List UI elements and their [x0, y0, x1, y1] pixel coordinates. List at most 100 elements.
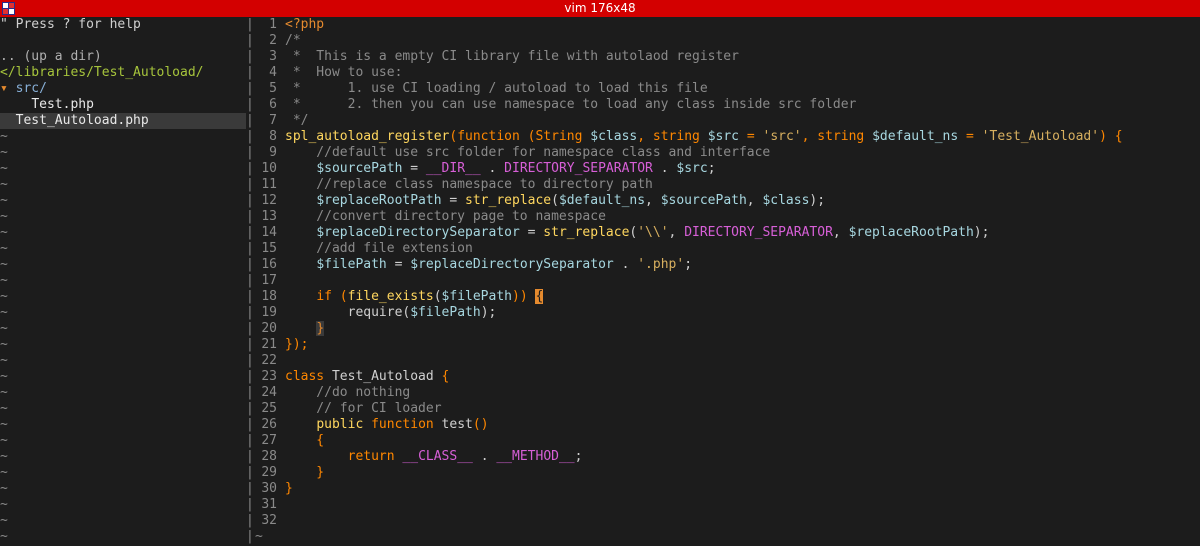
- line-number: 32: [261, 513, 277, 528]
- code-token: ,: [668, 225, 685, 240]
- code-token: $replaceDirectorySeparator: [316, 225, 520, 240]
- empty-line-marker: ~: [0, 305, 8, 320]
- code-line[interactable]: 27 {: [255, 433, 324, 449]
- code-token: ,: [637, 129, 653, 144]
- line-number: 9: [269, 145, 277, 160]
- separator-char: |: [246, 289, 254, 304]
- line-number: 25: [261, 401, 277, 416]
- nerdtree-file-explorer[interactable]: " Press ? for help .. (up a dir) </libra…: [0, 17, 246, 546]
- code-token: (): [472, 417, 489, 432]
- code-editor[interactable]: 1 <?php 2/* 3 * This is a empty CI library …: [255, 17, 1200, 546]
- tree-current-dir[interactable]: </libraries/Test_Autoload/: [0, 65, 204, 81]
- separator-char: |: [246, 97, 254, 112]
- code-line[interactable]: 24 //do nothing: [255, 385, 410, 401]
- code-line[interactable]: 12 $replaceRootPath = str_replace($defau…: [255, 193, 825, 209]
- code-line[interactable]: 21});: [255, 337, 308, 353]
- code-token: (: [519, 129, 536, 144]
- code-line[interactable]: 5 * 1. use CI loading / autoload to load…: [255, 81, 708, 97]
- separator-char: |: [246, 433, 254, 448]
- code-line[interactable]: 13 //convert directory page to namespace: [255, 209, 606, 225]
- code-line[interactable]: 28 return __CLASS__ . __METHOD__;: [255, 449, 582, 465]
- line-number: 30: [261, 481, 277, 496]
- tree-up-dir[interactable]: .. (up a dir): [0, 49, 102, 65]
- code-token: $filePath: [316, 257, 387, 272]
- line-number: 12: [261, 193, 277, 208]
- line-number: 10: [261, 161, 277, 176]
- separator-char: |: [246, 369, 254, 384]
- code-token: str_replace: [543, 225, 630, 240]
- code-line[interactable]: 9 //default use src folder for namespace…: [255, 145, 770, 161]
- separator-char: |: [246, 417, 254, 432]
- tree-file-test-php[interactable]: Test.php: [0, 97, 94, 113]
- code-token: return: [347, 449, 395, 464]
- code-line[interactable]: 6 * 2. then you can use namespace to loa…: [255, 97, 856, 113]
- code-line[interactable]: 32: [255, 513, 285, 529]
- separator-char: |: [246, 113, 254, 128]
- code-line[interactable]: 19 require($filePath);: [255, 305, 496, 321]
- code-line[interactable]: 31: [255, 497, 285, 513]
- code-token: function: [457, 129, 520, 144]
- separator-char: |: [246, 449, 254, 464]
- code-line[interactable]: 11 //replace class namespace to director…: [255, 177, 653, 193]
- empty-line-marker: ~: [0, 337, 8, 352]
- code-line[interactable]: 1 <?php: [255, 17, 324, 33]
- line-number: 20: [261, 321, 277, 336]
- code-token: }: [285, 465, 325, 480]
- code-token: * 1. use CI loading / autoload to load t…: [285, 81, 708, 96]
- code-token: //do nothing: [285, 385, 411, 400]
- code-token: $replaceDirectorySeparator: [410, 257, 614, 272]
- code-token: //replace class namespace to directory p…: [285, 177, 653, 192]
- code-line[interactable]: 3 * This is a empty CI library file with…: [255, 49, 739, 65]
- code-token: (: [433, 289, 442, 304]
- line-number: 18: [261, 289, 277, 304]
- code-line[interactable]: 2 /*: [255, 33, 300, 49]
- window-titlebar[interactable]: vim 176x48: [0, 0, 1200, 17]
- separator-char: |: [246, 337, 254, 352]
- code-token: class: [285, 369, 325, 384]
- code-line[interactable]: 16 $filePath = $replaceDirectorySeparato…: [255, 257, 692, 273]
- window-title: vim 176x48: [564, 1, 636, 15]
- code-line[interactable]: 29 }: [255, 465, 324, 481]
- separator-char: |: [246, 145, 254, 160]
- separator-char: |: [246, 49, 254, 64]
- line-number: 15: [261, 241, 277, 256]
- code-line[interactable]: 26 public function test(): [255, 417, 489, 433]
- line-number: 31: [261, 497, 277, 512]
- empty-line-marker: ~: [0, 385, 8, 400]
- vertical-split-separator[interactable]: | | | | | | | | | | | | | | | | | | | | | | | | | | | | | | | | |: [246, 17, 255, 546]
- code-token: //default use src folder for namespace c…: [285, 145, 771, 160]
- code-line[interactable]: 20 }: [255, 321, 325, 337]
- empty-line-marker: ~: [0, 513, 8, 528]
- line-number: 22: [261, 353, 277, 368]
- code-line[interactable]: 18 if (file_exists($filePath)) {: [255, 289, 544, 305]
- code-token: str_replace: [465, 193, 552, 208]
- code-line[interactable]: 4 * How to use:: [255, 65, 402, 81]
- code-line[interactable]: 7 */: [255, 113, 308, 129]
- code-line[interactable]: 25 // for CI loader: [255, 401, 441, 417]
- code-token: DIRECTORY_SEPARATOR: [684, 225, 833, 240]
- code-line[interactable]: 30}: [255, 481, 292, 497]
- code-token: * This is a empty CI library file with a…: [285, 49, 739, 64]
- code-token: Test_Autoload: [324, 369, 442, 384]
- code-line[interactable]: 17: [255, 273, 285, 289]
- code-token: string: [652, 129, 700, 144]
- code-token: ;: [684, 257, 693, 272]
- code-line[interactable]: 15 //add file extension: [255, 241, 473, 257]
- code-line[interactable]: 8 spl_autoload_register(function (String …: [255, 129, 1122, 145]
- line-number: 3: [269, 49, 277, 64]
- code-token: $src: [676, 161, 708, 176]
- code-line[interactable]: 10 $sourcePath = __DIR__ . DIRECTORY_SEP…: [255, 161, 715, 177]
- code-line[interactable]: 23 class Test_Autoload {: [255, 369, 449, 385]
- tree-file-selected[interactable]: Test_Autoload.php: [0, 113, 246, 129]
- code-token: //add file extension: [285, 241, 473, 256]
- code-token: );: [480, 305, 497, 320]
- code-token: 'src': [762, 129, 802, 144]
- code-line[interactable]: 22: [255, 353, 285, 369]
- code-token: {: [441, 369, 450, 384]
- tree-folder-src[interactable]: ▾ src/: [0, 81, 47, 97]
- code-line[interactable]: 14 $replaceDirectorySeparator = str_repl…: [255, 225, 989, 241]
- line-number: 19: [261, 305, 277, 320]
- code-token: $replaceRootPath: [848, 225, 974, 240]
